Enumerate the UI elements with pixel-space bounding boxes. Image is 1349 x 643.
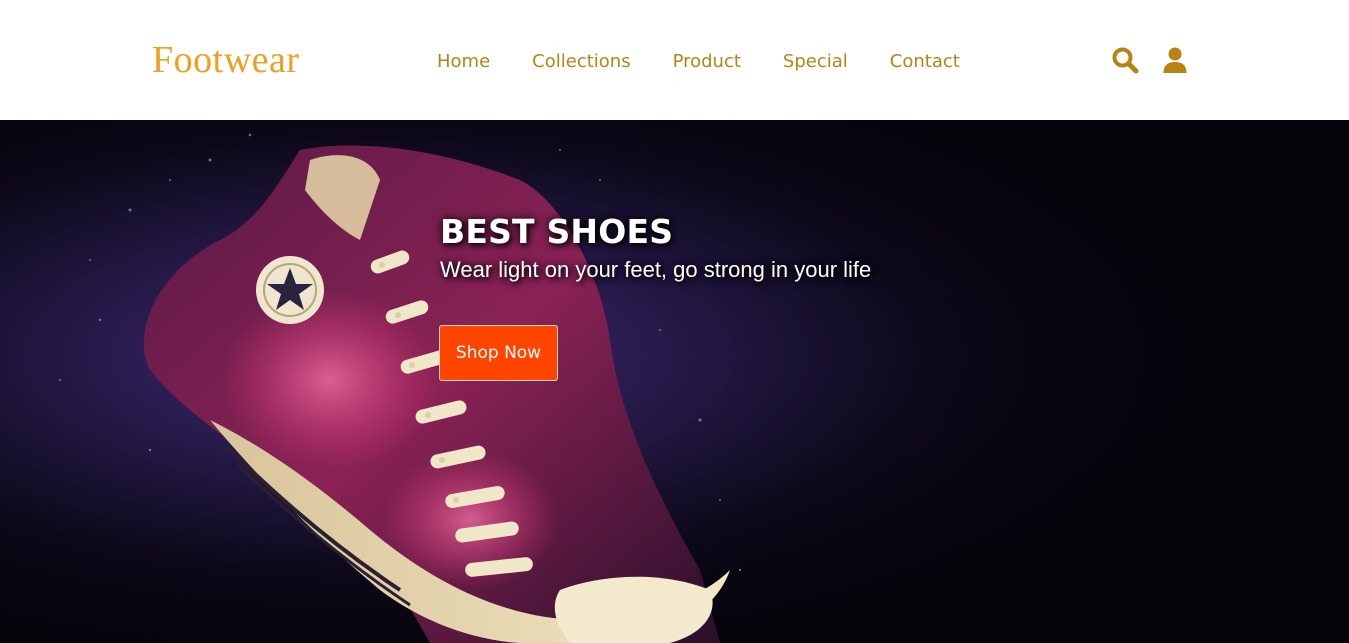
search-icon [1112, 47, 1139, 74]
brand-logo[interactable]: Footwear [152, 38, 300, 82]
account-button[interactable] [1161, 46, 1189, 74]
nav-item-product[interactable]: Product [673, 51, 741, 72]
hero-banner: BEST SHOES Wear light on your feet, go s… [0, 120, 1349, 643]
site-header: Footwear Home Collections Product Specia… [0, 0, 1349, 120]
nav-item-contact[interactable]: Contact [890, 51, 960, 72]
nav-item-home[interactable]: Home [437, 51, 490, 72]
nav-item-special[interactable]: Special [783, 51, 848, 72]
main-nav: Home Collections Product Special Contact [437, 46, 960, 76]
sneaker-splash-image [0, 120, 1349, 643]
shop-now-button[interactable]: Shop Now [439, 325, 558, 381]
hero-title: BEST SHOES [440, 212, 674, 251]
user-icon [1163, 47, 1187, 73]
hero-subtitle: Wear light on your feet, go strong in yo… [440, 257, 872, 282]
search-button[interactable] [1111, 46, 1139, 74]
nav-item-collections[interactable]: Collections [532, 51, 630, 72]
